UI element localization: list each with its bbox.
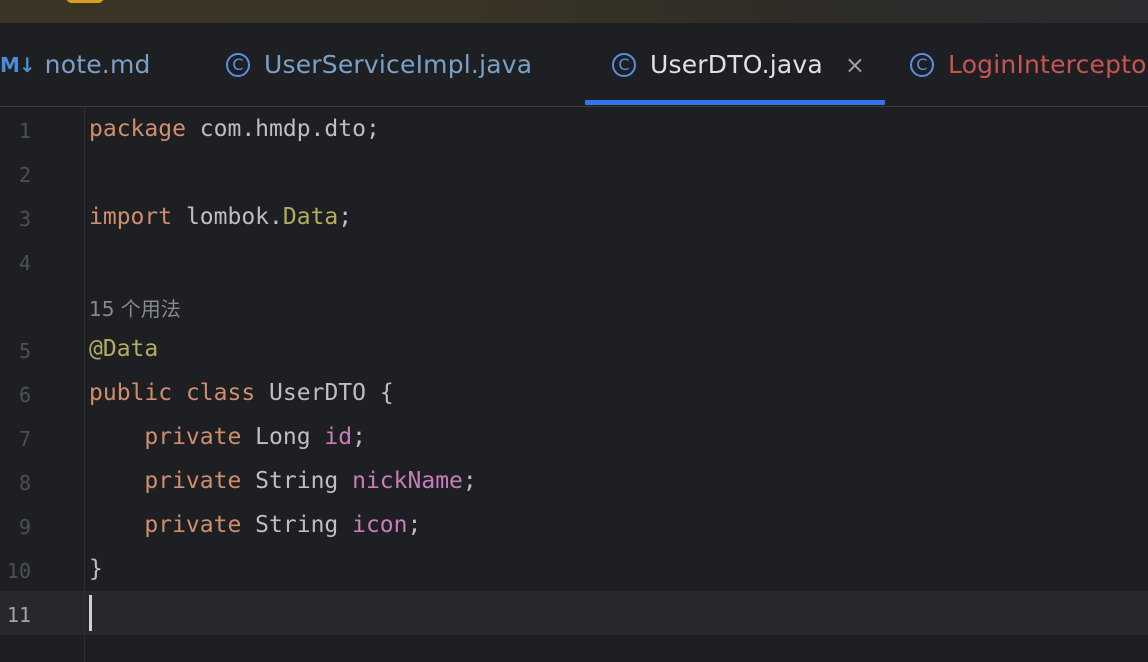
tab-label: note.md bbox=[44, 50, 151, 79]
code-line-10[interactable]: } bbox=[89, 556, 103, 582]
class-icon: C bbox=[612, 52, 636, 77]
closing-brace: } bbox=[89, 556, 103, 582]
tab-note-md[interactable]: M↓ note.md bbox=[0, 23, 151, 106]
code-line-6[interactable]: public class UserDTO { bbox=[89, 380, 394, 406]
semicolon: ; bbox=[407, 512, 422, 538]
usage-hint[interactable]: 15 个用法 bbox=[89, 293, 181, 322]
tab-userdto[interactable]: C UserDTO.java × bbox=[612, 23, 865, 106]
class-icon: C bbox=[910, 52, 934, 77]
line-number[interactable]: 5 bbox=[0, 339, 31, 363]
line-number[interactable]: 2 bbox=[0, 163, 31, 187]
title-bar-strip bbox=[0, 0, 1148, 23]
code-line-9[interactable]: private String icon; bbox=[89, 512, 421, 538]
keyword: class bbox=[185, 380, 256, 406]
code-line-3[interactable]: import lombok.Data; bbox=[89, 204, 352, 230]
tab-logininterceptor[interactable]: C LoginInterceptor bbox=[910, 23, 1148, 106]
semicolon: ; bbox=[338, 204, 353, 230]
line-number[interactable]: 3 bbox=[0, 207, 31, 231]
semicolon: ; bbox=[352, 424, 366, 450]
notification-badge[interactable] bbox=[66, 0, 104, 3]
line-number[interactable]: 9 bbox=[0, 515, 31, 539]
text-caret bbox=[89, 595, 92, 631]
line-number[interactable]: 1 bbox=[0, 119, 31, 143]
field-name: icon bbox=[352, 512, 408, 538]
active-tab-indicator bbox=[585, 100, 885, 105]
keyword: package bbox=[89, 116, 186, 142]
code-line-8[interactable]: private String nickName; bbox=[89, 468, 477, 494]
line-number[interactable]: 7 bbox=[0, 427, 31, 451]
line-number[interactable]: 8 bbox=[0, 471, 31, 495]
line-number[interactable]: 4 bbox=[0, 251, 31, 275]
keyword: private bbox=[144, 424, 242, 450]
line-number[interactable]: 6 bbox=[0, 383, 31, 407]
semicolon: ; bbox=[462, 468, 477, 494]
import-package: lombok. bbox=[172, 204, 283, 230]
annotation: @Data bbox=[89, 336, 159, 362]
gutter-divider bbox=[84, 107, 85, 662]
type-name: String bbox=[241, 512, 353, 538]
keyword: private bbox=[144, 512, 242, 538]
type-name: String bbox=[241, 468, 353, 494]
code-line-7[interactable]: private Long id; bbox=[89, 424, 366, 450]
type-name: Long bbox=[241, 424, 325, 450]
keyword: private bbox=[144, 468, 242, 494]
class-icon: C bbox=[226, 52, 250, 77]
line-number[interactable]: 10 bbox=[0, 559, 31, 583]
keyword: public bbox=[89, 380, 173, 406]
code-line-5[interactable]: @Data bbox=[89, 336, 158, 362]
package-name: com.hmdp.dto; bbox=[185, 116, 380, 142]
tab-label: UserServiceImpl.java bbox=[264, 50, 533, 79]
tab-label: UserDTO.java bbox=[650, 50, 823, 79]
tab-userserviceimpl[interactable]: C UserServiceImpl.java bbox=[226, 23, 532, 106]
code-line-1[interactable]: package com.hmdp.dto; bbox=[89, 116, 380, 142]
markdown-icon: M↓ bbox=[0, 52, 36, 77]
field-name: nickName bbox=[352, 468, 463, 494]
line-number-active[interactable]: 11 bbox=[0, 603, 31, 627]
close-icon[interactable]: × bbox=[845, 51, 865, 79]
import-class: Data bbox=[282, 204, 339, 230]
editor-tab-bar: M↓ note.md C UserServiceImpl.java C User… bbox=[0, 23, 1148, 107]
class-name: UserDTO { bbox=[255, 380, 394, 406]
keyword: import bbox=[89, 204, 173, 230]
field-name: id bbox=[324, 424, 353, 450]
code-editor[interactable]: 1 2 3 4 5 6 7 8 9 10 11 package com.hmdp… bbox=[0, 107, 1148, 662]
tab-label: LoginInterceptor bbox=[948, 50, 1148, 79]
current-line-highlight bbox=[0, 591, 1148, 635]
